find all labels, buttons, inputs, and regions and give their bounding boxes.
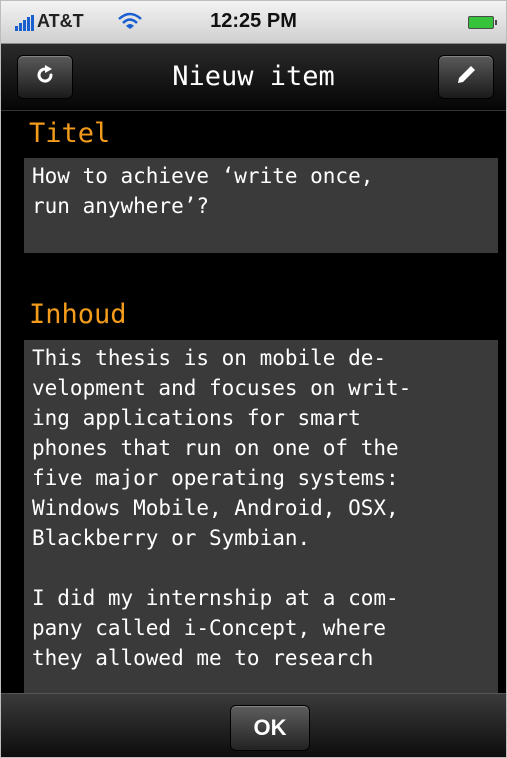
content-label: Inhoud — [29, 299, 127, 330]
bottom-toolbar: OK — [1, 693, 506, 757]
title-label: Titel — [29, 118, 111, 149]
edit-pencil-icon — [454, 63, 478, 91]
ok-button[interactable]: OK — [230, 705, 310, 751]
edit-button[interactable] — [438, 55, 494, 99]
navigation-bar: Nieuw item — [1, 44, 506, 111]
page-title: Nieuw item — [172, 61, 335, 92]
refresh-button[interactable] — [17, 55, 73, 99]
title-field[interactable]: How to achieve ‘write once, run anywhere… — [24, 158, 498, 253]
refresh-icon — [33, 63, 57, 91]
phone-screen: AT&T 12:25 PM Nieuw item Titel How to ac… — [0, 0, 507, 758]
battery-icon — [468, 16, 497, 29]
status-bar: AT&T 12:25 PM — [1, 1, 506, 44]
status-time: 12:25 PM — [210, 10, 297, 32]
content-field[interactable]: This thesis is on mobile de- velopment a… — [24, 340, 498, 693]
